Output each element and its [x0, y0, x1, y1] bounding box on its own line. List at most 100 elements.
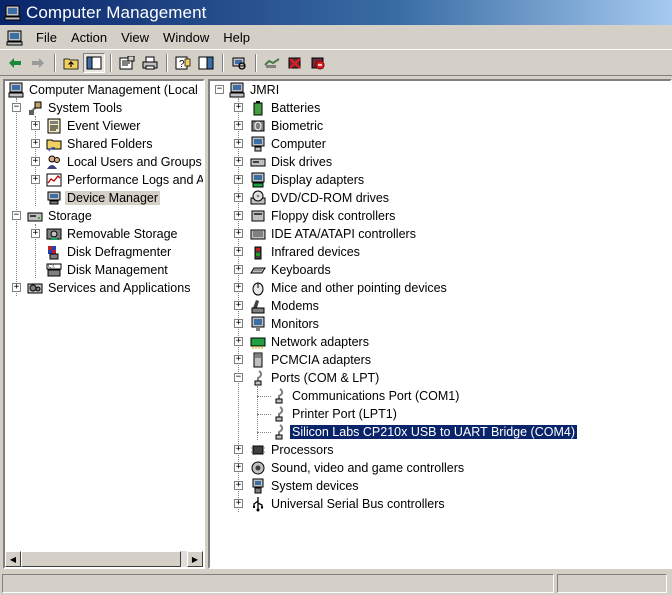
- expand-toggle[interactable]: +: [234, 103, 243, 112]
- tree-item-keyboards[interactable]: Keyboards: [250, 261, 333, 279]
- tree-item-label: Keyboards: [271, 263, 331, 277]
- tree-item-ide-controllers[interactable]: IDE ATA/ATAPI controllers: [250, 225, 418, 243]
- menu-view[interactable]: View: [114, 28, 156, 47]
- tree-item-label: Communications Port (COM1): [292, 389, 460, 403]
- title-bar[interactable]: Computer Management: [0, 0, 672, 25]
- uninstall-button[interactable]: [284, 53, 306, 73]
- tree-item-infrared-devices[interactable]: Infrared devices: [250, 243, 362, 261]
- tree-item-display-adapters[interactable]: Display adapters: [250, 171, 366, 189]
- expand-toggle[interactable]: +: [234, 121, 243, 130]
- collapse-toggle[interactable]: −: [12, 103, 21, 112]
- horizontal-scrollbar[interactable]: ◀ ▶: [5, 551, 203, 567]
- tree-item-device-manager[interactable]: Device Manager: [46, 189, 161, 207]
- menu-help[interactable]: Help: [216, 28, 257, 47]
- collapse-toggle[interactable]: −: [234, 373, 243, 382]
- tree-item-pcmcia-adapters[interactable]: PCMCIA adapters: [250, 351, 373, 369]
- tree-item-label: Local Users and Groups: [67, 155, 202, 169]
- expand-toggle[interactable]: +: [234, 193, 243, 202]
- console-tree-pane[interactable]: Computer Management (Local − System Tool…: [3, 79, 205, 569]
- tree-item-performance-logs[interactable]: Performance Logs and A: [46, 171, 203, 189]
- port-icon: [254, 370, 263, 386]
- ide-controller-icon: [250, 229, 266, 240]
- expand-toggle[interactable]: +: [234, 283, 243, 292]
- system-menu-icon[interactable]: [6, 30, 24, 46]
- menu-action[interactable]: Action: [64, 28, 114, 47]
- menu-file[interactable]: File: [29, 28, 64, 47]
- tree-item-storage[interactable]: Storage: [27, 207, 94, 225]
- expand-toggle[interactable]: +: [234, 139, 243, 148]
- tree-item-biometric[interactable]: Biometric: [250, 117, 325, 135]
- tree-item-com1[interactable]: Communications Port (COM1): [271, 387, 461, 405]
- tree-item-usb-controllers[interactable]: Universal Serial Bus controllers: [250, 495, 447, 513]
- expand-toggle[interactable]: +: [31, 175, 40, 184]
- help-button[interactable]: ?: [172, 53, 194, 73]
- collapse-toggle[interactable]: −: [12, 211, 21, 220]
- expand-toggle[interactable]: +: [12, 283, 21, 292]
- tree-item-cp210x-bridge[interactable]: Silicon Labs CP210x USB to UART Bridge (…: [271, 423, 578, 441]
- scan-hardware-button[interactable]: [228, 53, 250, 73]
- tree-item-sound-video[interactable]: Sound, video and game controllers: [250, 459, 466, 477]
- tree-item-label: System Tools: [48, 101, 123, 115]
- scroll-track[interactable]: [21, 551, 187, 567]
- back-button[interactable]: [4, 53, 26, 73]
- expand-toggle[interactable]: +: [31, 229, 40, 238]
- expand-toggle[interactable]: +: [234, 499, 243, 508]
- expand-toggle[interactable]: +: [234, 319, 243, 328]
- tree-item-floppy-disk-controllers[interactable]: Floppy disk controllers: [250, 207, 397, 225]
- expand-toggle[interactable]: +: [234, 247, 243, 256]
- tree-item-event-viewer[interactable]: Event Viewer: [46, 117, 142, 135]
- collapse-toggle[interactable]: −: [215, 85, 224, 94]
- expand-toggle[interactable]: +: [234, 337, 243, 346]
- expand-toggle[interactable]: +: [234, 211, 243, 220]
- scroll-thumb[interactable]: [21, 551, 181, 567]
- tree-item-system-devices[interactable]: System devices: [250, 477, 361, 495]
- expand-toggle[interactable]: +: [31, 121, 40, 130]
- tree-item-computer[interactable]: Computer: [250, 135, 328, 153]
- tree-item-disk-defragmenter[interactable]: Disk Defragmenter: [46, 243, 173, 261]
- disable-button[interactable]: [307, 53, 329, 73]
- show-hide-action-pane-button[interactable]: [195, 53, 217, 73]
- scroll-left-button[interactable]: ◀: [5, 551, 21, 567]
- tree-item-computer-management[interactable]: Computer Management (Local: [8, 81, 200, 99]
- expand-toggle[interactable]: +: [234, 481, 243, 490]
- show-hide-tree-button[interactable]: [83, 53, 105, 73]
- tree-item-services-applications[interactable]: Services and Applications: [27, 279, 192, 297]
- tree-item-batteries[interactable]: Batteries: [250, 99, 322, 117]
- up-one-level-button[interactable]: [60, 53, 82, 73]
- tree-item-disk-management[interactable]: C:\ Disk Management: [46, 261, 170, 279]
- tree-item-disk-drives[interactable]: Disk drives: [250, 153, 334, 171]
- tree-item-processors[interactable]: Processors: [250, 441, 336, 459]
- expand-toggle[interactable]: +: [31, 157, 40, 166]
- tree-item-monitors[interactable]: Monitors: [250, 315, 321, 333]
- expand-toggle[interactable]: +: [234, 229, 243, 238]
- expand-toggle[interactable]: +: [234, 355, 243, 364]
- tree-item-network-adapters[interactable]: Network adapters: [250, 333, 371, 351]
- expand-toggle[interactable]: +: [31, 139, 40, 148]
- tree-item-local-users[interactable]: Local Users and Groups: [46, 153, 203, 171]
- tree-item-jmri[interactable]: JMRI: [229, 81, 281, 99]
- properties-button[interactable]: [116, 53, 138, 73]
- tree-item-lpt1[interactable]: Printer Port (LPT1): [271, 405, 399, 423]
- forward-arrow-icon: [32, 58, 44, 68]
- device-tree-pane[interactable]: JMRI − + Batteries + Biometric + Compute…: [208, 79, 672, 569]
- forward-button[interactable]: [27, 53, 49, 73]
- tree-item-ports[interactable]: Ports (COM & LPT): [250, 369, 381, 387]
- tree-item-shared-folders[interactable]: Shared Folders: [46, 135, 154, 153]
- tree-item-dvd-cdrom-drives[interactable]: DVD/CD-ROM drives: [250, 189, 391, 207]
- expand-toggle[interactable]: +: [234, 463, 243, 472]
- expand-toggle[interactable]: +: [234, 265, 243, 274]
- menu-window[interactable]: Window: [156, 28, 216, 47]
- print-button[interactable]: [139, 53, 161, 73]
- tree-item-removable-storage[interactable]: Removable Storage: [46, 225, 179, 243]
- scroll-right-button[interactable]: ▶: [187, 551, 203, 567]
- tree-item-system-tools[interactable]: System Tools: [27, 99, 124, 117]
- tree-item-label: Silicon Labs CP210x USB to UART Bridge (…: [289, 424, 578, 440]
- expand-toggle[interactable]: +: [234, 445, 243, 454]
- update-driver-button[interactable]: [261, 53, 283, 73]
- tree-item-modems[interactable]: Modems: [250, 297, 321, 315]
- expand-toggle[interactable]: +: [234, 301, 243, 310]
- tree-item-label: JMRI: [250, 83, 280, 97]
- expand-toggle[interactable]: +: [234, 175, 243, 184]
- tree-item-mice[interactable]: Mice and other pointing devices: [250, 279, 449, 297]
- expand-toggle[interactable]: +: [234, 157, 243, 166]
